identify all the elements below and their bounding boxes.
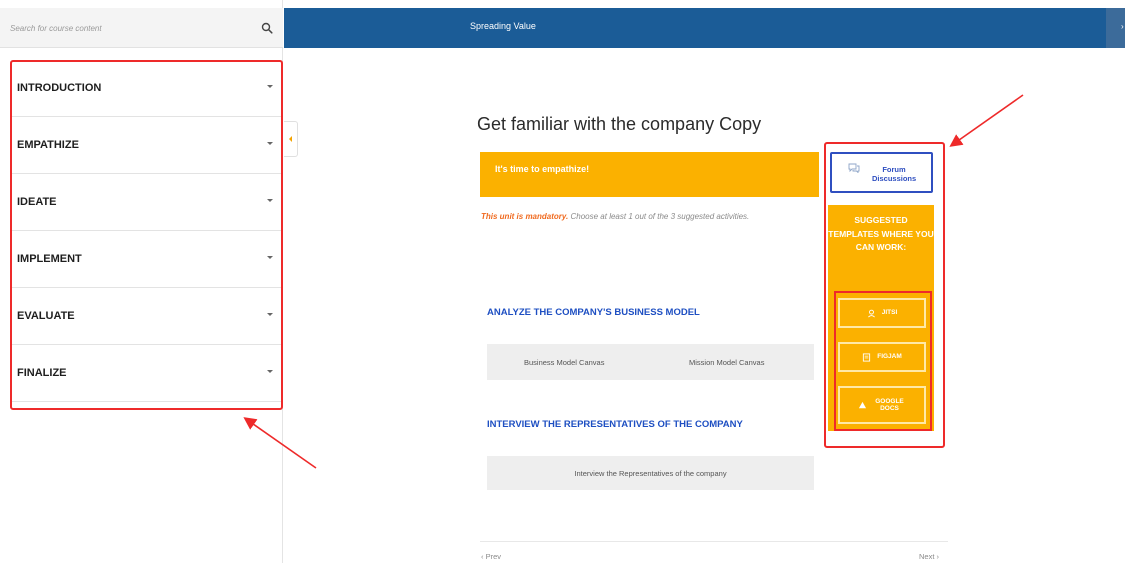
chat-bubble-icon: [848, 163, 860, 173]
search-input[interactable]: [10, 18, 240, 38]
chevron-left-icon: [289, 136, 292, 142]
caret-down-icon: [267, 256, 273, 259]
prev-link[interactable]: ‹ Prev: [481, 552, 501, 561]
caret-down-icon: [267, 142, 273, 145]
forum-discussions-button[interactable]: Forum Discussions: [830, 152, 933, 193]
search-icon[interactable]: [261, 22, 273, 34]
caret-down-icon: [267, 313, 273, 316]
section-finalize[interactable]: FINALIZE: [10, 345, 282, 402]
section-label: IMPLEMENT: [17, 253, 82, 265]
template-jitsi-button[interactable]: JITSI: [838, 298, 926, 328]
section-label: FINALIZE: [17, 367, 67, 379]
section-label: INTRODUCTION: [17, 82, 102, 94]
template-label: JITSI: [881, 309, 898, 317]
template-label: FIGJAM: [877, 353, 902, 361]
section-empathize[interactable]: EMPATHIZE: [10, 117, 282, 174]
header-next-button[interactable]: ›: [1106, 8, 1125, 48]
section-ideate[interactable]: IDEATE: [10, 174, 282, 231]
unit-banner: It's time to empathize!: [480, 152, 819, 197]
course-title: Spreading Value: [470, 21, 536, 31]
mandatory-note: This unit is mandatory. Choose at least …: [481, 212, 749, 221]
pager-divider: [480, 541, 948, 542]
unit-title: Get familiar with the company Copy: [477, 114, 762, 134]
activity-items-interview: Interview the Representatives of the com…: [487, 456, 814, 490]
arrow-to-right-panel: [949, 94, 1024, 147]
figjam-icon: [863, 352, 871, 362]
section-evaluate[interactable]: EVALUATE: [10, 288, 282, 345]
mandatory-rest: Choose at least 1 out of the 3 suggested…: [568, 212, 750, 221]
template-figjam-button[interactable]: FIGJAM: [838, 342, 926, 372]
template-google-docs-button[interactable]: GOOGLE DOCS: [838, 386, 926, 424]
activity-interview-representatives[interactable]: Interview the Representatives of the com…: [574, 469, 726, 478]
activity-business-model-canvas[interactable]: Business Model Canvas: [524, 358, 604, 367]
sidebar-collapse-button[interactable]: [284, 121, 298, 157]
page: INTRODUCTION EMPATHIZE IDEATE IMPLEMENT …: [0, 0, 1125, 563]
section-list: INTRODUCTION EMPATHIZE IDEATE IMPLEMENT …: [10, 60, 282, 409]
course-sidebar: INTRODUCTION EMPATHIZE IDEATE IMPLEMENT …: [0, 0, 283, 563]
activity-items-business-model: Business Model Canvas Mission Model Canv…: [487, 344, 814, 380]
forum-discussions-label: Forum Discussions: [872, 165, 917, 183]
section-label: EVALUATE: [17, 310, 75, 322]
next-link[interactable]: Next ›: [919, 552, 939, 561]
chevron-right-icon: ›: [1121, 22, 1124, 31]
section-label: IDEATE: [17, 196, 57, 208]
google-docs-icon: [858, 401, 866, 408]
jitsi-icon: [867, 309, 875, 317]
section-label: EMPATHIZE: [17, 139, 79, 151]
course-header: Spreading Value: [284, 8, 1106, 48]
templates-heading: SUGGESTED TEMPLATES WHERE YOU CAN WORK:: [828, 215, 934, 252]
banner-text: It's time to empathize!: [495, 164, 590, 174]
activity-heading-interview: INTERVIEW THE REPRESENTATIVES OF THE COM…: [487, 419, 743, 430]
mandatory-strong: This unit is mandatory.: [481, 212, 569, 221]
section-introduction[interactable]: INTRODUCTION: [10, 60, 282, 117]
caret-down-icon: [267, 85, 273, 88]
caret-down-icon: [267, 370, 273, 373]
template-label: GOOGLE DOCS: [875, 397, 904, 413]
activity-heading-business-model: ANALYZE THE COMPANY'S BUSINESS MODEL: [487, 307, 700, 318]
search-bar: [0, 8, 283, 48]
section-implement[interactable]: IMPLEMENT: [10, 231, 282, 288]
activity-mission-model-canvas[interactable]: Mission Model Canvas: [689, 358, 764, 367]
caret-down-icon: [267, 199, 273, 202]
